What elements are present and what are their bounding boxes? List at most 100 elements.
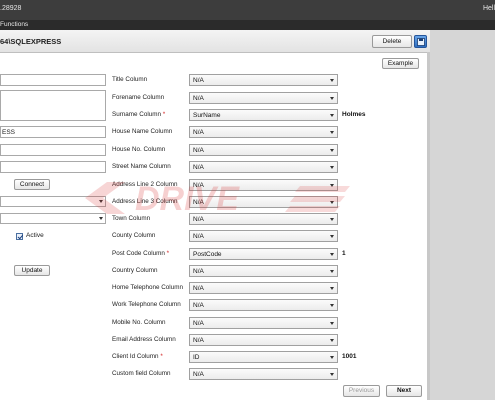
column-dropdown-value: PostCode: [193, 251, 222, 258]
mapping-row: Country Column N/A: [0, 265, 430, 277]
mapping-label-text: Mobile No. Column: [112, 319, 166, 326]
mapping-row: Post Code Column * PostCode 1: [0, 248, 430, 260]
save-button[interactable]: [414, 35, 427, 48]
required-marker: *: [160, 353, 163, 360]
column-dropdown-value: ID: [193, 354, 200, 361]
chevron-down-icon: [330, 149, 334, 152]
column-dropdown-value: N/A: [193, 216, 204, 223]
column-dropdown[interactable]: N/A: [189, 265, 338, 277]
chevron-down-icon: [330, 304, 334, 307]
column-dropdown[interactable]: PostCode: [189, 248, 338, 260]
chevron-down-icon: [330, 373, 334, 376]
chevron-down-icon: [330, 253, 334, 256]
mapping-label: Surname Column *: [112, 111, 165, 118]
column-dropdown-value: N/A: [193, 320, 204, 327]
mapping-label-text: Work Telephone Column: [112, 301, 181, 308]
example-value: 1: [342, 250, 346, 257]
right-background: [430, 30, 495, 400]
column-dropdown-value: N/A: [193, 302, 204, 309]
chevron-down-icon: [330, 287, 334, 290]
column-dropdown[interactable]: N/A: [189, 144, 338, 156]
column-dropdown[interactable]: N/A: [189, 74, 338, 86]
column-dropdown[interactable]: N/A: [189, 126, 338, 138]
chevron-down-icon: [330, 79, 334, 82]
mapping-label: Home Telephone Column: [112, 284, 183, 291]
column-dropdown-value: N/A: [193, 95, 204, 102]
mapping-label-text: Surname Column: [112, 111, 161, 118]
delete-button[interactable]: Delete: [372, 35, 412, 48]
mapping-row: Address Line 2 Column N/A: [0, 179, 430, 191]
menu-bar: Functions: [0, 20, 495, 30]
column-dropdown[interactable]: N/A: [189, 230, 338, 242]
mapping-label-text: Title Column: [112, 76, 148, 83]
mapping-label: Work Telephone Column: [112, 301, 181, 308]
mapping-row: Work Telephone Column N/A: [0, 299, 430, 311]
mapping-label: House No. Column: [112, 146, 165, 153]
column-dropdown-value: N/A: [193, 164, 204, 171]
chevron-down-icon: [330, 201, 334, 204]
column-dropdown[interactable]: N/A: [189, 179, 338, 191]
chevron-down-icon: [330, 218, 334, 221]
column-dropdown[interactable]: N/A: [189, 196, 338, 208]
mapping-label-text: Address Line 2 Column: [112, 181, 178, 188]
mapping-row: House No. Column N/A: [0, 144, 430, 156]
column-dropdown[interactable]: ID: [189, 351, 338, 363]
column-dropdown[interactable]: N/A: [189, 92, 338, 104]
mapping-label: Address Line 2 Column: [112, 181, 177, 188]
mapping-label-text: Client Id Column: [112, 353, 159, 360]
vertical-scrollbar[interactable]: [427, 52, 430, 400]
chevron-down-icon: [330, 235, 334, 238]
mapping-label-text: Address Line 3 Column: [112, 198, 178, 205]
mapping-row: Address Line 3 Column N/A: [0, 196, 430, 208]
mapping-row: Street Name Column N/A: [0, 161, 430, 173]
mapping-label-text: County Column: [112, 232, 156, 239]
column-dropdown[interactable]: N/A: [189, 334, 338, 346]
mapping-label: Forename Column: [112, 94, 164, 101]
mapping-label: House Name Column: [112, 128, 172, 135]
previous-button[interactable]: Previous: [343, 385, 380, 397]
column-dropdown[interactable]: N/A: [189, 282, 338, 294]
mapping-label-text: Forename Column: [112, 94, 165, 101]
column-dropdown[interactable]: N/A: [189, 161, 338, 173]
column-dropdown-value: N/A: [193, 147, 204, 154]
column-dropdown-value: N/A: [193, 129, 204, 136]
column-dropdown[interactable]: N/A: [189, 299, 338, 311]
chevron-down-icon: [330, 322, 334, 325]
window-title: .28928: [0, 5, 22, 12]
menu-functions[interactable]: Functions: [0, 21, 28, 28]
column-dropdown-value: N/A: [193, 199, 204, 206]
mapping-row: Town Column N/A: [0, 213, 430, 225]
column-dropdown-value: N/A: [193, 285, 204, 292]
mapping-label: Street Name Column: [112, 163, 171, 170]
mapping-row: County Column N/A: [0, 230, 430, 242]
chevron-down-icon: [330, 184, 334, 187]
window-titlebar: .28928 Hell: [0, 0, 495, 20]
chevron-down-icon: [330, 166, 334, 169]
column-dropdown[interactable]: SurName: [189, 109, 338, 121]
mapping-label-text: Town Column: [112, 215, 151, 222]
chevron-down-icon: [330, 114, 334, 117]
mapping-row: Custom field Column N/A: [0, 368, 430, 380]
example-button[interactable]: Example: [382, 58, 419, 69]
mapping-label: Title Column: [112, 76, 147, 83]
example-value: Holmes: [342, 111, 366, 118]
mapping-label: Town Column: [112, 215, 150, 222]
column-dropdown-value: SurName: [193, 112, 221, 119]
required-marker: *: [166, 250, 170, 257]
column-dropdown-value: N/A: [193, 233, 204, 240]
mapping-label: Address Line 3 Column: [112, 198, 177, 205]
column-dropdown-value: N/A: [193, 77, 204, 84]
mapping-label-text: Street Name Column: [112, 163, 171, 170]
save-icon: [417, 38, 425, 46]
next-button[interactable]: Next: [386, 385, 422, 397]
column-dropdown-value: N/A: [193, 268, 204, 275]
mapping-label-text: House Name Column: [112, 128, 173, 135]
mapping-row: Forename Column N/A: [0, 92, 430, 104]
column-dropdown[interactable]: N/A: [189, 213, 338, 225]
mapping-row: Email Address Column N/A: [0, 334, 430, 346]
panel-header: 64\SQLEXPRESS: [0, 30, 430, 53]
column-dropdown[interactable]: N/A: [189, 317, 338, 329]
user-greeting: Hell: [482, 5, 495, 12]
column-dropdown[interactable]: N/A: [189, 368, 338, 380]
column-dropdown-value: N/A: [193, 182, 204, 189]
